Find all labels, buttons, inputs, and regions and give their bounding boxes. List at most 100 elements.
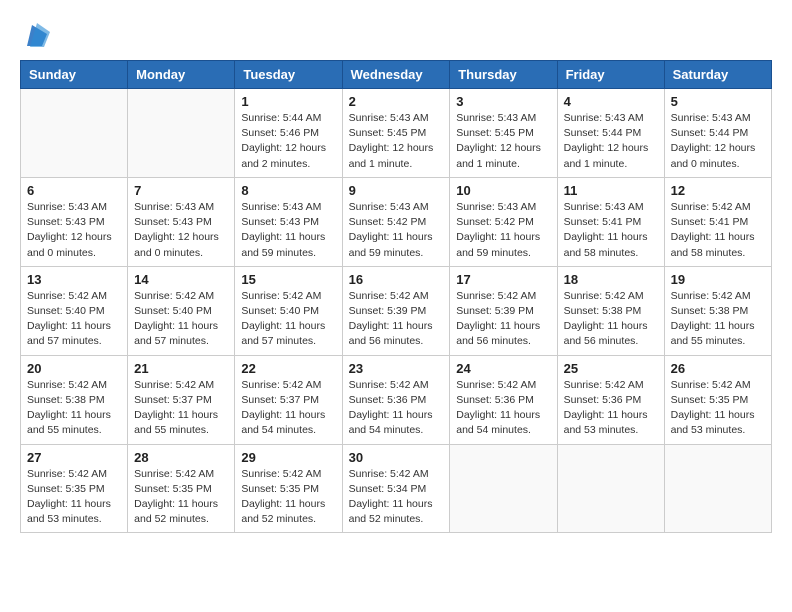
- day-info: Sunrise: 5:42 AM Sunset: 5:41 PM Dayligh…: [671, 200, 765, 261]
- calendar-cell: 17 Sunrise: 5:42 AM Sunset: 5:39 PM Dayli…: [450, 266, 557, 355]
- day-number: 16: [349, 272, 444, 287]
- day-number: 7: [134, 183, 228, 198]
- day-number: 13: [27, 272, 121, 287]
- calendar-cell: 15Sunrise: 5:42 AM Sunset: 5:40 PM Dayli…: [235, 266, 342, 355]
- calendar-table: SundayMondayTuesdayWednesdayThursdayFrid…: [20, 60, 772, 533]
- day-info: Sunrise: 5:43 AM Sunset: 5:44 PM Dayligh…: [564, 111, 658, 172]
- calendar-cell: [557, 444, 664, 533]
- calendar-cell: 6 Sunrise: 5:43 AM Sunset: 5:43 PM Daylig…: [21, 177, 128, 266]
- calendar-header-friday: Friday: [557, 61, 664, 89]
- day-number: 26: [671, 361, 765, 376]
- day-info: Sunrise: 5:43 AM Sunset: 5:45 PM Dayligh…: [349, 111, 444, 172]
- day-number: 9: [349, 183, 444, 198]
- day-number: 12: [671, 183, 765, 198]
- day-info: Sunrise: 5:43 AM Sunset: 5:41 PM Dayligh…: [564, 200, 658, 261]
- day-number: 14: [134, 272, 228, 287]
- calendar-cell: 2 Sunrise: 5:43 AM Sunset: 5:45 PM Daylig…: [342, 89, 450, 178]
- week-row-5: 27 Sunrise: 5:42 AM Sunset: 5:35 PM Dayli…: [21, 444, 772, 533]
- calendar-cell: 21 Sunrise: 5:42 AM Sunset: 5:37 PM Dayli…: [128, 355, 235, 444]
- day-info: Sunrise: 5:42 AM Sunset: 5:39 PM Dayligh…: [456, 289, 550, 350]
- day-number: 25: [564, 361, 658, 376]
- calendar-header-thursday: Thursday: [450, 61, 557, 89]
- calendar-cell: 12 Sunrise: 5:42 AM Sunset: 5:41 PM Dayli…: [664, 177, 771, 266]
- calendar-cell: [128, 89, 235, 178]
- calendar-cell: 9 Sunrise: 5:43 AM Sunset: 5:42 PM Daylig…: [342, 177, 450, 266]
- day-info: Sunrise: 5:42 AM Sunset: 5:40 PM Dayligh…: [27, 289, 121, 350]
- week-row-4: 20 Sunrise: 5:42 AM Sunset: 5:38 PM Dayli…: [21, 355, 772, 444]
- calendar-cell: 11 Sunrise: 5:43 AM Sunset: 5:41 PM Dayli…: [557, 177, 664, 266]
- day-info: Sunrise: 5:42 AM Sunset: 5:40 PM Dayligh…: [241, 289, 335, 350]
- day-number: 22: [241, 361, 335, 376]
- calendar-cell: [21, 89, 128, 178]
- calendar-cell: 28 Sunrise: 5:42 AM Sunset: 5:35 PM Dayli…: [128, 444, 235, 533]
- calendar-cell: 5 Sunrise: 5:43 AM Sunset: 5:44 PM Daylig…: [664, 89, 771, 178]
- day-info: Sunrise: 5:42 AM Sunset: 5:35 PM Dayligh…: [134, 467, 228, 528]
- calendar-cell: 24 Sunrise: 5:42 AM Sunset: 5:36 PM Dayli…: [450, 355, 557, 444]
- calendar-header-saturday: Saturday: [664, 61, 771, 89]
- day-number: 17: [456, 272, 550, 287]
- calendar-cell: [664, 444, 771, 533]
- day-info: Sunrise: 5:43 AM Sunset: 5:45 PM Dayligh…: [456, 111, 550, 172]
- day-info: Sunrise: 5:42 AM Sunset: 5:37 PM Dayligh…: [134, 378, 228, 439]
- day-info: Sunrise: 5:42 AM Sunset: 5:36 PM Dayligh…: [349, 378, 444, 439]
- day-number: 10: [456, 183, 550, 198]
- calendar-cell: 30 Sunrise: 5:42 AM Sunset: 5:34 PM Dayli…: [342, 444, 450, 533]
- calendar-cell: 22 Sunrise: 5:42 AM Sunset: 5:37 PM Dayli…: [235, 355, 342, 444]
- calendar-header-row: SundayMondayTuesdayWednesdayThursdayFrid…: [21, 61, 772, 89]
- day-number: 24: [456, 361, 550, 376]
- calendar-header-sunday: Sunday: [21, 61, 128, 89]
- day-info: Sunrise: 5:43 AM Sunset: 5:43 PM Dayligh…: [134, 200, 228, 261]
- calendar-cell: 13 Sunrise: 5:42 AM Sunset: 5:40 PM Dayli…: [21, 266, 128, 355]
- day-info: Sunrise: 5:42 AM Sunset: 5:38 PM Dayligh…: [564, 289, 658, 350]
- calendar-cell: 27 Sunrise: 5:42 AM Sunset: 5:35 PM Dayli…: [21, 444, 128, 533]
- calendar-header-monday: Monday: [128, 61, 235, 89]
- day-number: 29: [241, 450, 335, 465]
- day-number: 21: [134, 361, 228, 376]
- day-info: Sunrise: 5:43 AM Sunset: 5:43 PM Dayligh…: [27, 200, 121, 261]
- day-number: 1: [241, 94, 335, 109]
- logo: [20, 20, 52, 50]
- calendar-cell: 7 Sunrise: 5:43 AM Sunset: 5:43 PM Daylig…: [128, 177, 235, 266]
- calendar-header-tuesday: Tuesday: [235, 61, 342, 89]
- calendar-cell: 20 Sunrise: 5:42 AM Sunset: 5:38 PM Dayli…: [21, 355, 128, 444]
- day-info: Sunrise: 5:42 AM Sunset: 5:38 PM Dayligh…: [27, 378, 121, 439]
- day-number: 4: [564, 94, 658, 109]
- day-number: 5: [671, 94, 765, 109]
- day-number: 30: [349, 450, 444, 465]
- day-number: 27: [27, 450, 121, 465]
- calendar-cell: 26Sunrise: 5:42 AM Sunset: 5:35 PM Dayli…: [664, 355, 771, 444]
- day-number: 28: [134, 450, 228, 465]
- day-number: 3: [456, 94, 550, 109]
- day-number: 11: [564, 183, 658, 198]
- calendar-cell: 19 Sunrise: 5:42 AM Sunset: 5:38 PM Dayli…: [664, 266, 771, 355]
- calendar-cell: 23 Sunrise: 5:42 AM Sunset: 5:36 PM Dayli…: [342, 355, 450, 444]
- day-number: 20: [27, 361, 121, 376]
- day-info: Sunrise: 5:42 AM Sunset: 5:38 PM Dayligh…: [671, 289, 765, 350]
- day-info: Sunrise: 5:42 AM Sunset: 5:36 PM Dayligh…: [456, 378, 550, 439]
- day-info: Sunrise: 5:42 AM Sunset: 5:35 PM Dayligh…: [241, 467, 335, 528]
- logo-icon: [22, 20, 52, 50]
- day-info: Sunrise: 5:43 AM Sunset: 5:44 PM Dayligh…: [671, 111, 765, 172]
- day-info: Sunrise: 5:42 AM Sunset: 5:36 PM Dayligh…: [564, 378, 658, 439]
- calendar-cell: 4 Sunrise: 5:43 AM Sunset: 5:44 PM Daylig…: [557, 89, 664, 178]
- calendar-header-wednesday: Wednesday: [342, 61, 450, 89]
- calendar-cell: 25 Sunrise: 5:42 AM Sunset: 5:36 PM Dayli…: [557, 355, 664, 444]
- day-info: Sunrise: 5:42 AM Sunset: 5:35 PM Dayligh…: [27, 467, 121, 528]
- day-info: Sunrise: 5:44 AM Sunset: 5:46 PM Dayligh…: [241, 111, 335, 172]
- day-number: 23: [349, 361, 444, 376]
- day-number: 2: [349, 94, 444, 109]
- day-info: Sunrise: 5:43 AM Sunset: 5:43 PM Dayligh…: [241, 200, 335, 261]
- page-header: [20, 20, 772, 50]
- day-info: Sunrise: 5:43 AM Sunset: 5:42 PM Dayligh…: [349, 200, 444, 261]
- week-row-3: 13 Sunrise: 5:42 AM Sunset: 5:40 PM Dayli…: [21, 266, 772, 355]
- week-row-1: 1 Sunrise: 5:44 AM Sunset: 5:46 PM Daylig…: [21, 89, 772, 178]
- day-info: Sunrise: 5:42 AM Sunset: 5:34 PM Dayligh…: [349, 467, 444, 528]
- calendar-cell: 3 Sunrise: 5:43 AM Sunset: 5:45 PM Daylig…: [450, 89, 557, 178]
- calendar-cell: 18Sunrise: 5:42 AM Sunset: 5:38 PM Dayli…: [557, 266, 664, 355]
- calendar-cell: 8Sunrise: 5:43 AM Sunset: 5:43 PM Daylig…: [235, 177, 342, 266]
- day-info: Sunrise: 5:42 AM Sunset: 5:37 PM Dayligh…: [241, 378, 335, 439]
- day-info: Sunrise: 5:42 AM Sunset: 5:39 PM Dayligh…: [349, 289, 444, 350]
- day-number: 6: [27, 183, 121, 198]
- calendar-cell: 1 Sunrise: 5:44 AM Sunset: 5:46 PM Daylig…: [235, 89, 342, 178]
- day-number: 19: [671, 272, 765, 287]
